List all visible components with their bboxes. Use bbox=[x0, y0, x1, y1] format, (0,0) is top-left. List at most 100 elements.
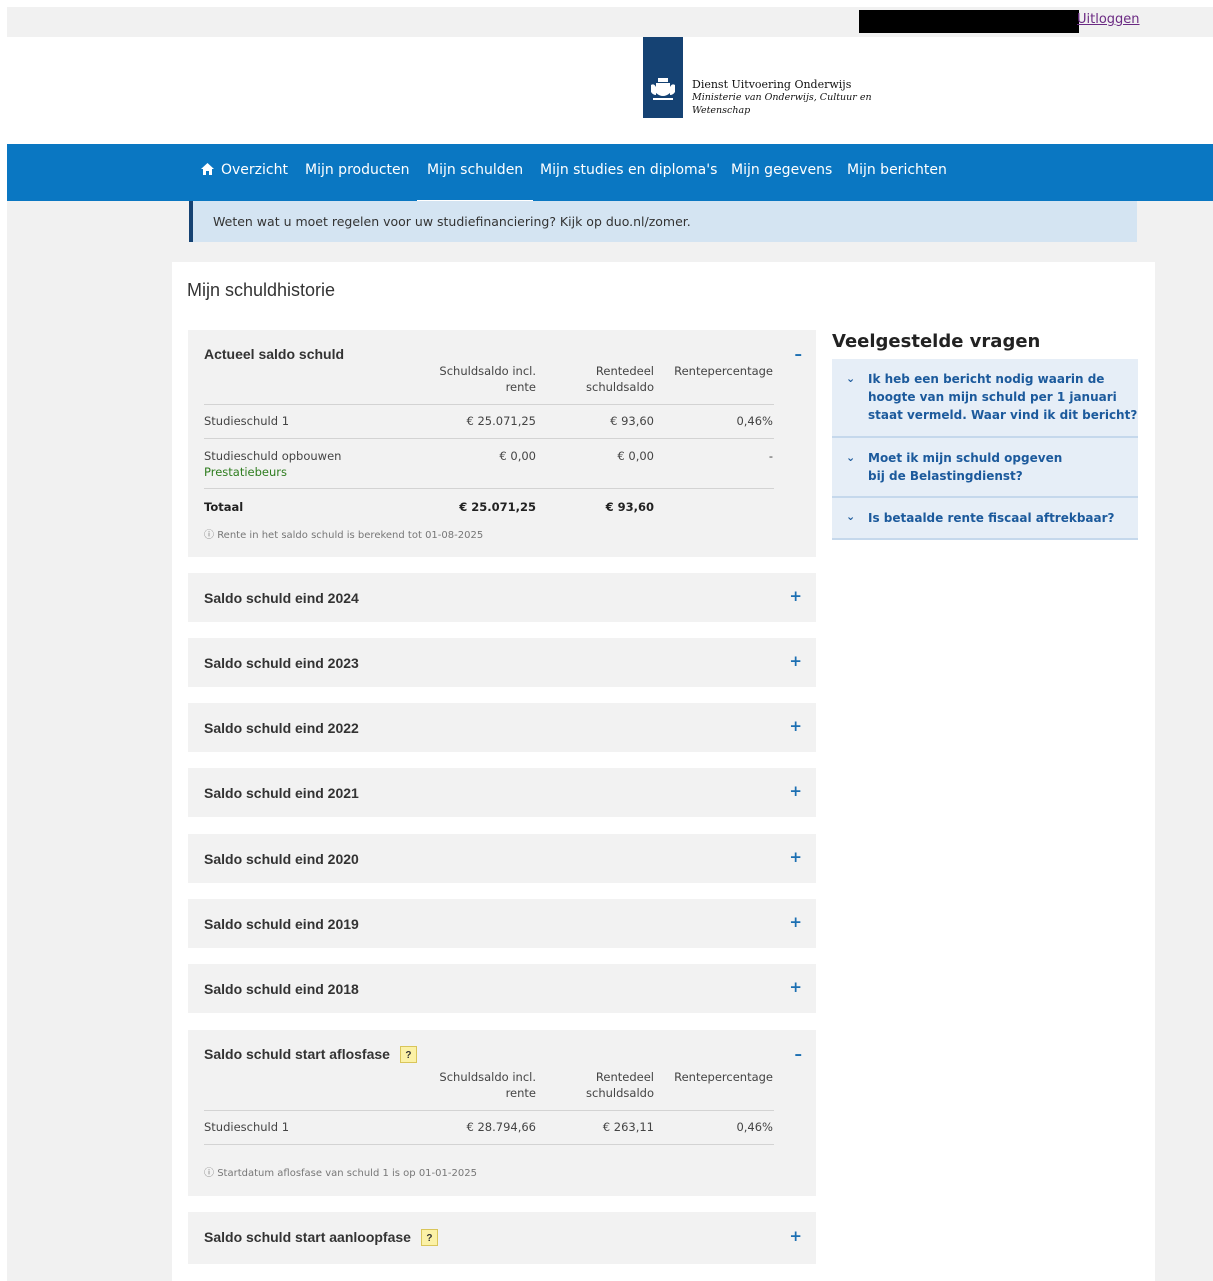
panel-eind-2020[interactable]: Saldo schuld eind 2020 + bbox=[188, 834, 816, 883]
header-line: Rentedeel bbox=[595, 364, 654, 378]
total-saldo: € 25.071,25 bbox=[459, 500, 536, 514]
page-title: Mijn schuldhistorie bbox=[187, 280, 336, 300]
logo-text: Dienst Uitvoering Onderwijs Ministerie v… bbox=[692, 78, 872, 117]
row-label: Studieschuld 1 bbox=[204, 1120, 290, 1134]
top-bar: Uitloggen bbox=[7, 7, 1213, 37]
panel-eind-2024[interactable]: Saldo schuld eind 2024 + bbox=[188, 573, 816, 622]
panel-title: Saldo schuld eind 2018 bbox=[204, 981, 359, 997]
column-header-rentedeel: Rentedeel schuldsaldo bbox=[586, 1069, 654, 1101]
panel-title: Saldo schuld start aanloopfase? bbox=[204, 1229, 438, 1246]
panel-title: Saldo schuld eind 2021 bbox=[204, 785, 359, 801]
note-text: Startdatum aflosfase van schuld 1 is op … bbox=[217, 1168, 477, 1179]
faq-line: hoogte van mijn schuld per 1 januari bbox=[868, 390, 1117, 404]
panel-eind-2021[interactable]: Saldo schuld eind 2021 + bbox=[188, 768, 816, 817]
logo-line-2: Ministerie van Onderwijs, Cultuur en bbox=[692, 92, 872, 103]
panel-title[interactable]: Actueel saldo schuld bbox=[204, 346, 344, 362]
panel-title: Saldo schuld eind 2019 bbox=[204, 916, 359, 932]
logo-line-3: Wetenschap bbox=[692, 105, 751, 116]
row-saldo: € 0,00 bbox=[499, 449, 536, 463]
panel-actueel-saldo: Actueel saldo schuld – Schuldsaldo incl.… bbox=[188, 330, 816, 557]
info-note: ⓘ Rente in het saldo schuld is berekend … bbox=[204, 526, 483, 541]
logo-line-1: Dienst Uitvoering Onderwijs bbox=[692, 78, 852, 91]
header-line: Schuldsaldo incl. bbox=[439, 364, 536, 378]
panel-title: Saldo schuld eind 2024 bbox=[204, 590, 359, 606]
expand-toggle[interactable]: + bbox=[789, 587, 802, 605]
row-sublabel: Prestatiebeurs bbox=[204, 465, 287, 479]
panel-title: Saldo schuld eind 2020 bbox=[204, 851, 359, 867]
panel-title-text: Saldo schuld start aflosfase bbox=[204, 1046, 390, 1062]
header-line: Rentedeel bbox=[595, 1070, 654, 1084]
notice-banner: Weten wat u moet regelen voor uw studief… bbox=[189, 201, 1137, 242]
government-logo[interactable] bbox=[643, 37, 683, 118]
collapse-toggle[interactable]: – bbox=[795, 345, 803, 363]
row-label: Studieschuld 1 bbox=[204, 414, 290, 428]
row-percentage: - bbox=[768, 449, 773, 463]
faq-line: bij de Belastingdienst? bbox=[868, 469, 1023, 483]
row-percentage: 0,46% bbox=[736, 414, 773, 428]
redacted-username bbox=[859, 10, 1079, 33]
info-icon: ⓘ bbox=[204, 530, 218, 541]
faq-question: Is betaalde rente fiscaal aftrekbaar? bbox=[868, 511, 1115, 525]
expand-toggle[interactable]: + bbox=[789, 717, 802, 735]
panel-title: Saldo schuld eind 2023 bbox=[204, 655, 359, 671]
column-header-rentedeel: Rentedeel schuldsaldo bbox=[586, 363, 654, 395]
panel-start-aanloopfase[interactable]: Saldo schuld start aanloopfase? + bbox=[188, 1212, 816, 1264]
chevron-down-icon: ⌄ bbox=[846, 372, 856, 385]
main-nav: Overzicht Mijn producten Mijn schulden M… bbox=[7, 144, 1213, 203]
panel-eind-2019[interactable]: Saldo schuld eind 2019 + bbox=[188, 899, 816, 948]
nav-item-mijn-berichten[interactable]: Mijn berichten bbox=[847, 162, 947, 178]
help-icon[interactable]: ? bbox=[420, 1229, 438, 1246]
nav-item-mijn-studies[interactable]: Mijn studies en diploma's bbox=[540, 162, 717, 178]
divider bbox=[204, 1110, 774, 1111]
expand-toggle[interactable]: + bbox=[789, 782, 802, 800]
panel-start-aflosfase: Saldo schuld start aflosfase? – Schuldsa… bbox=[188, 1030, 816, 1196]
expand-toggle[interactable]: + bbox=[789, 978, 802, 996]
row-label: Studieschuld opbouwen bbox=[204, 449, 342, 463]
help-icon[interactable]: ? bbox=[399, 1046, 417, 1063]
panel-title[interactable]: Saldo schuld start aflosfase? bbox=[204, 1046, 417, 1063]
panel-title-text: Saldo schuld start aanloopfase bbox=[204, 1229, 411, 1245]
expand-toggle[interactable]: + bbox=[789, 913, 802, 931]
column-header-saldo: Schuldsaldo incl. rente bbox=[439, 1069, 536, 1101]
info-note: ⓘ Startdatum aflosfase van schuld 1 is o… bbox=[204, 1164, 477, 1179]
header-line: schuldsaldo bbox=[586, 380, 654, 394]
faq-item-rente-aftrekbaar[interactable]: ⌄ Is betaalde rente fiscaal aftrekbaar? bbox=[832, 498, 1138, 540]
panel-title: Saldo schuld eind 2022 bbox=[204, 720, 359, 736]
faq-line: Ik heb een bericht nodig waarin de bbox=[868, 372, 1105, 386]
column-header-percentage: Rentepercentage bbox=[674, 1070, 773, 1084]
header-line: rente bbox=[505, 1086, 536, 1100]
row-percentage: 0,46% bbox=[736, 1120, 773, 1134]
faq-line: Moet ik mijn schuld opgeven bbox=[868, 451, 1063, 465]
nav-label: Overzicht bbox=[221, 162, 288, 178]
panel-eind-2022[interactable]: Saldo schuld eind 2022 + bbox=[188, 703, 816, 752]
faq-title: Veelgestelde vragen bbox=[832, 331, 1041, 352]
faq-line: staat vermeld. Waar vind ik dit bericht? bbox=[868, 408, 1138, 422]
header-line: Schuldsaldo incl. bbox=[439, 1070, 536, 1084]
divider bbox=[204, 488, 774, 489]
expand-toggle[interactable]: + bbox=[789, 652, 802, 670]
nav-item-overzicht[interactable]: Overzicht bbox=[201, 162, 288, 178]
nav-item-mijn-gegevens[interactable]: Mijn gegevens bbox=[731, 162, 832, 178]
panel-eind-2023[interactable]: Saldo schuld eind 2023 + bbox=[188, 638, 816, 687]
chevron-down-icon: ⌄ bbox=[846, 510, 856, 523]
panel-eind-2018[interactable]: Saldo schuld eind 2018 + bbox=[188, 964, 816, 1013]
header-line: schuldsaldo bbox=[586, 1086, 654, 1100]
expand-toggle[interactable]: + bbox=[789, 848, 802, 866]
nav-item-mijn-schulden[interactable]: Mijn schulden bbox=[416, 162, 534, 203]
total-label: Totaal bbox=[204, 500, 244, 514]
divider bbox=[204, 404, 774, 405]
divider bbox=[204, 1144, 774, 1145]
chevron-down-icon: ⌄ bbox=[846, 451, 856, 464]
collapse-toggle[interactable]: – bbox=[795, 1045, 803, 1063]
logout-link[interactable]: Uitloggen bbox=[1077, 12, 1140, 27]
row-saldo: € 25.071,25 bbox=[466, 414, 537, 428]
note-text: Rente in het saldo schuld is berekend to… bbox=[217, 530, 484, 541]
header-line: rente bbox=[505, 380, 536, 394]
expand-toggle[interactable]: + bbox=[789, 1227, 802, 1245]
row-saldo: € 28.794,66 bbox=[466, 1120, 537, 1134]
row-rentedeel: € 0,00 bbox=[617, 449, 654, 463]
total-rentedeel: € 93,60 bbox=[605, 500, 654, 514]
faq-item-bericht[interactable]: ⌄ Ik heb een bericht nodig waarin de hoo… bbox=[832, 359, 1138, 438]
faq-item-belastingdienst[interactable]: ⌄ Moet ik mijn schuld opgeven bij de Bel… bbox=[832, 438, 1138, 498]
nav-item-mijn-producten[interactable]: Mijn producten bbox=[305, 162, 410, 178]
